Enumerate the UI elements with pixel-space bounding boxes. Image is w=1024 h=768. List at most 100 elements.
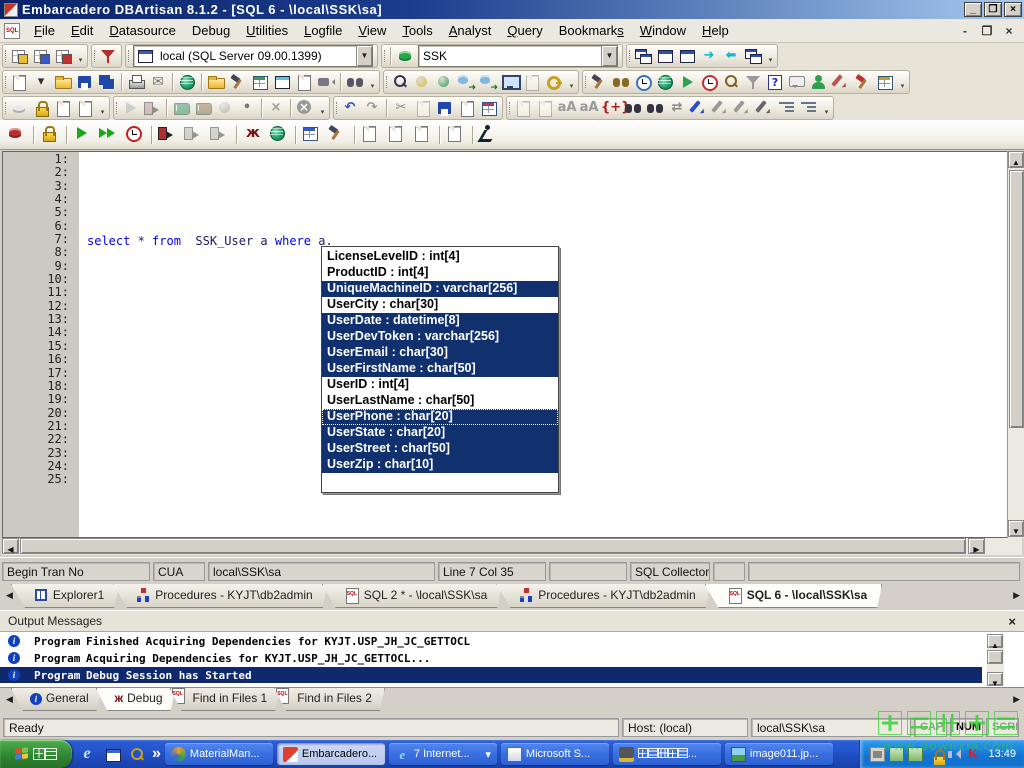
debug-go-fast-icon[interactable] [97, 123, 121, 147]
datasource-icon[interactable] [135, 46, 155, 66]
autocomplete-item[interactable]: UserStreet : char[50] [322, 441, 558, 457]
datasource-explorer-icon[interactable] [250, 72, 270, 92]
start-button[interactable] [0, 740, 72, 768]
indent-icon[interactable] [777, 98, 797, 118]
pen3-icon[interactable] [733, 98, 753, 118]
autocomplete-item[interactable]: UserEmail : char[30] [322, 345, 558, 361]
security-icon[interactable] [544, 72, 564, 92]
output-message-row[interactable]: iProgramAcquiring Dependencies for KYJT.… [0, 650, 1024, 666]
callstack-window-icon[interactable] [411, 123, 435, 147]
help-context-icon[interactable] [765, 72, 785, 92]
output-close-icon[interactable]: × [1008, 614, 1016, 629]
uppercase-icon[interactable]: aA [557, 98, 577, 118]
menu-utilities[interactable]: Utilities [238, 20, 296, 41]
breakpoints-window-icon[interactable] [300, 123, 324, 147]
output-tab-scroll-right[interactable]: ▶ [1007, 688, 1024, 705]
build-icon[interactable] [228, 72, 248, 92]
paste-sql-icon[interactable] [457, 98, 477, 118]
lock-icon[interactable] [31, 98, 51, 118]
taskbar-button-image[interactable]: image011.jp... [725, 743, 833, 765]
autocomplete-item[interactable]: UserFirstName : char[50] [322, 361, 558, 377]
debug-build-icon[interactable] [326, 123, 350, 147]
menu-window[interactable]: Window [632, 20, 694, 41]
output-tab-find-in-files-1[interactable]: Find in Files 1 [170, 688, 281, 711]
toolbar-overflow-chevron[interactable] [368, 72, 377, 92]
stop-icon[interactable] [295, 98, 315, 118]
taskbar-button-material[interactable]: MaterialMan... [165, 743, 273, 765]
paste-icon[interactable] [435, 98, 455, 118]
session-icon[interactable] [412, 72, 432, 92]
lowercase-icon[interactable]: aA [579, 98, 599, 118]
new-document-dropdown[interactable]: ▾ [31, 72, 51, 92]
menu-file[interactable]: File [26, 20, 63, 41]
database-combo[interactable]: SSK▼ [418, 45, 618, 67]
copy-icon[interactable] [413, 98, 433, 118]
output-scroll-up[interactable]: ▲ [987, 634, 1003, 648]
menu-logfile[interactable]: Logfile [296, 20, 350, 41]
quick-launch-ie-icon[interactable]: e [78, 745, 96, 763]
step-out-icon[interactable] [182, 123, 206, 147]
menu-analyst[interactable]: Analyst [441, 20, 500, 41]
horizontal-scroll-thumb[interactable] [20, 538, 966, 554]
add-user-icon[interactable] [809, 72, 829, 92]
debug-datasource-icon[interactable] [5, 123, 29, 147]
print-icon[interactable] [126, 72, 146, 92]
eraser-icon[interactable] [831, 72, 851, 92]
find-icon[interactable] [623, 98, 643, 118]
ball-icon[interactable] [215, 98, 235, 118]
variables-window-icon[interactable] [385, 123, 409, 147]
export-document-icon[interactable] [75, 98, 95, 118]
database-icon[interactable] [395, 46, 415, 66]
doc-tab[interactable]: SQL 2 * - \local\SSK\sa [322, 584, 503, 608]
toolbar-overflow-chevron[interactable] [98, 98, 107, 118]
menu-help[interactable]: Help [694, 20, 737, 41]
scroll-right-button[interactable]: ▶ [968, 538, 985, 554]
monitor-icon[interactable] [316, 72, 336, 92]
books-icon[interactable] [171, 98, 191, 118]
tray-kaspersky-icon[interactable]: K [965, 747, 980, 762]
undo-icon[interactable]: ↶ [340, 98, 360, 118]
autocomplete-item[interactable]: UserLastName : char[50] [322, 393, 558, 409]
autocomplete-item[interactable]: UniqueMachineID : varchar[256] [322, 281, 558, 297]
autocomplete-item[interactable]: UserZip : char[10] [322, 457, 558, 473]
autocomplete-item[interactable]: LicenseLevelID : int[4] [322, 249, 558, 265]
debug-run-to-cursor-icon[interactable] [123, 123, 147, 147]
next-window-icon[interactable]: ➜ [699, 46, 719, 66]
discover-datasource-icon[interactable] [98, 46, 118, 66]
output-scrollbar[interactable]: ▲ ▼ [987, 634, 1004, 686]
outdent-icon[interactable] [799, 98, 819, 118]
find-next-icon[interactable] [645, 98, 665, 118]
tray-lock-icon[interactable] [927, 747, 942, 762]
toolbar-overflow-chevron[interactable] [822, 98, 831, 118]
menu-tools[interactable]: Tools [394, 20, 440, 41]
format-table-icon[interactable] [479, 98, 499, 118]
output-tab-find-in-files-2[interactable]: Find in Files 2 [274, 688, 385, 711]
editor-horizontal-scrollbar[interactable]: ◀ ▶ [2, 538, 1022, 555]
tools-icon[interactable] [853, 72, 873, 92]
input-method-icon[interactable] [870, 747, 885, 762]
watch-window-icon[interactable] [359, 123, 383, 147]
autocomplete-item[interactable]: UserPhone : char[20] [322, 409, 558, 425]
close-button[interactable]: × [1004, 2, 1022, 17]
scroll-down-button[interactable]: ▼ [1008, 520, 1024, 537]
expand-braces-icon[interactable]: {+} [601, 98, 621, 118]
autocomplete-item[interactable]: UserID : int[4] [322, 377, 558, 393]
output-scroll-thumb[interactable] [987, 650, 1003, 664]
doc-tab[interactable]: SQL 6 - \local\SSK\sa [705, 584, 883, 608]
autocomplete-item[interactable]: UserDevToken : varchar[256] [322, 329, 558, 345]
vertical-scroll-thumb[interactable] [1009, 170, 1024, 428]
highlight-icon[interactable] [689, 98, 709, 118]
edit-document-icon[interactable] [53, 98, 73, 118]
dot-icon[interactable]: • [237, 98, 257, 118]
mdi-restore-button[interactable]: ❐ [980, 24, 994, 38]
debug-lock-icon[interactable] [38, 123, 62, 147]
stop-debugging-icon[interactable] [477, 123, 501, 147]
tile-horizontal-icon[interactable] [655, 46, 675, 66]
taskbar-button-bus[interactable]: ... [613, 743, 721, 765]
feedback-icon[interactable] [787, 72, 807, 92]
tray-volume-icon[interactable] [946, 747, 961, 762]
uncomment-icon[interactable] [535, 98, 555, 118]
replace-icon[interactable]: ⇄ [667, 98, 687, 118]
comment-icon[interactable] [513, 98, 533, 118]
step-over-icon[interactable] [208, 123, 232, 147]
